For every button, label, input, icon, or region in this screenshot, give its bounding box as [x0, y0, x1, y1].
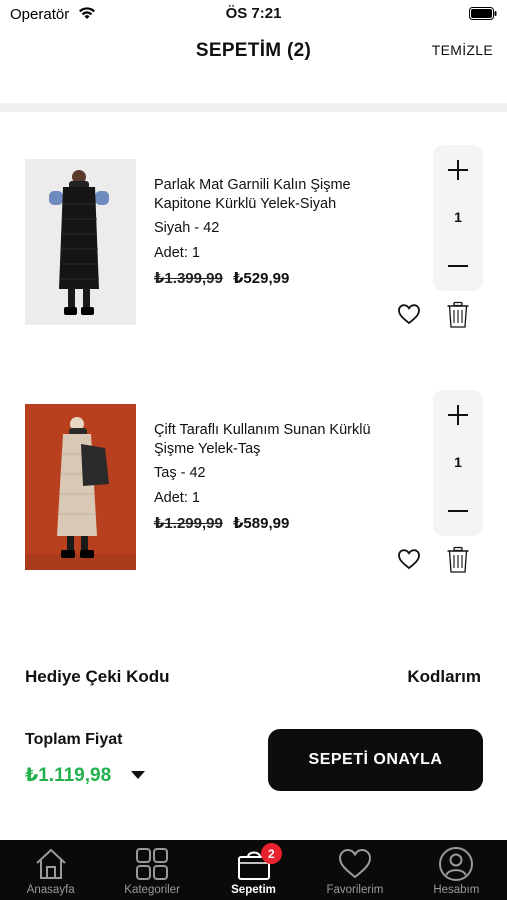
- old-price: ₺1.399,99: [154, 270, 223, 287]
- tab-favorites[interactable]: Favorilerim: [304, 840, 405, 900]
- confirm-cart-button[interactable]: SEPETİ ONAYLA: [268, 729, 483, 791]
- product-variant: Taş - 42: [154, 465, 206, 481]
- grid-icon: [136, 848, 169, 880]
- trash-icon[interactable]: [446, 546, 470, 574]
- product-name[interactable]: Parlak Mat Garnili Kalın Şişme Kapitone …: [154, 176, 384, 214]
- clear-cart-button[interactable]: TEMİZLE: [432, 42, 493, 58]
- tab-label: Sepetim: [231, 884, 276, 896]
- tab-label: Kategoriler: [124, 884, 180, 896]
- my-codes-link[interactable]: Kodlarım: [407, 667, 481, 687]
- plus-icon[interactable]: [433, 153, 483, 187]
- quantity-stepper: 1: [433, 390, 483, 536]
- product-photo-black-vest: [25, 159, 136, 325]
- minus-icon[interactable]: [433, 494, 483, 528]
- product-variant: Siyah - 42: [154, 220, 220, 236]
- product-photo-beige-vest: [25, 404, 136, 570]
- header: SEPETİM (2) TEMİZLE: [0, 28, 507, 78]
- plus-icon[interactable]: [433, 398, 483, 432]
- cart-item: Parlak Mat Garnili Kalın Şişme Kapitone …: [0, 143, 507, 343]
- quantity-stepper: 1: [433, 145, 483, 291]
- new-price: ₺589,99: [233, 515, 290, 532]
- product-image[interactable]: [25, 404, 136, 570]
- header-divider: [0, 103, 507, 112]
- tab-account[interactable]: Hesabım: [406, 840, 507, 900]
- old-price: ₺1.299,99: [154, 515, 223, 532]
- new-price: ₺529,99: [233, 270, 290, 287]
- quantity-value: 1: [454, 209, 462, 225]
- heart-icon[interactable]: [397, 303, 421, 325]
- tab-categories[interactable]: Kategoriler: [101, 840, 202, 900]
- product-image[interactable]: [25, 159, 136, 325]
- price-row: ₺1.299,99 ₺589,99: [154, 514, 289, 532]
- heart-icon[interactable]: [397, 548, 421, 570]
- caret-down-icon[interactable]: [130, 770, 146, 780]
- product-quantity: Adet: 1: [154, 245, 200, 261]
- product-name[interactable]: Çift Taraflı Kullanım Sunan Kürklü Şişme…: [154, 421, 384, 459]
- tab-bar: Anasayfa Kategoriler 2 Sepetim Favoriler…: [0, 840, 507, 900]
- total-label: Toplam Fiyat: [25, 731, 123, 748]
- trash-icon[interactable]: [446, 301, 470, 329]
- tab-home[interactable]: Anasayfa: [0, 840, 101, 900]
- heart-icon: [338, 848, 371, 879]
- cart-count-badge: 2: [260, 843, 282, 864]
- tab-label: Favorilerim: [326, 884, 384, 896]
- tab-label: Hesabım: [433, 884, 480, 896]
- user-icon: [439, 847, 474, 881]
- tab-label: Anasayfa: [26, 884, 75, 896]
- tab-cart[interactable]: 2 Sepetim: [203, 840, 304, 900]
- battery-icon: [469, 7, 497, 20]
- status-time: ÖS 7:21: [225, 5, 282, 22]
- gift-code-label[interactable]: Hediye Çeki Kodu: [25, 667, 170, 687]
- status-bar: Operatör ÖS 7:21: [0, 0, 507, 28]
- total-value: ₺1.119,98: [25, 765, 112, 786]
- minus-icon[interactable]: [433, 249, 483, 283]
- product-quantity: Adet: 1: [154, 490, 200, 506]
- price-row: ₺1.399,99 ₺529,99: [154, 269, 289, 287]
- home-icon: [36, 848, 66, 879]
- quantity-value: 1: [454, 454, 462, 470]
- cart-item: Çift Taraflı Kullanım Sunan Kürklü Şişme…: [0, 388, 507, 588]
